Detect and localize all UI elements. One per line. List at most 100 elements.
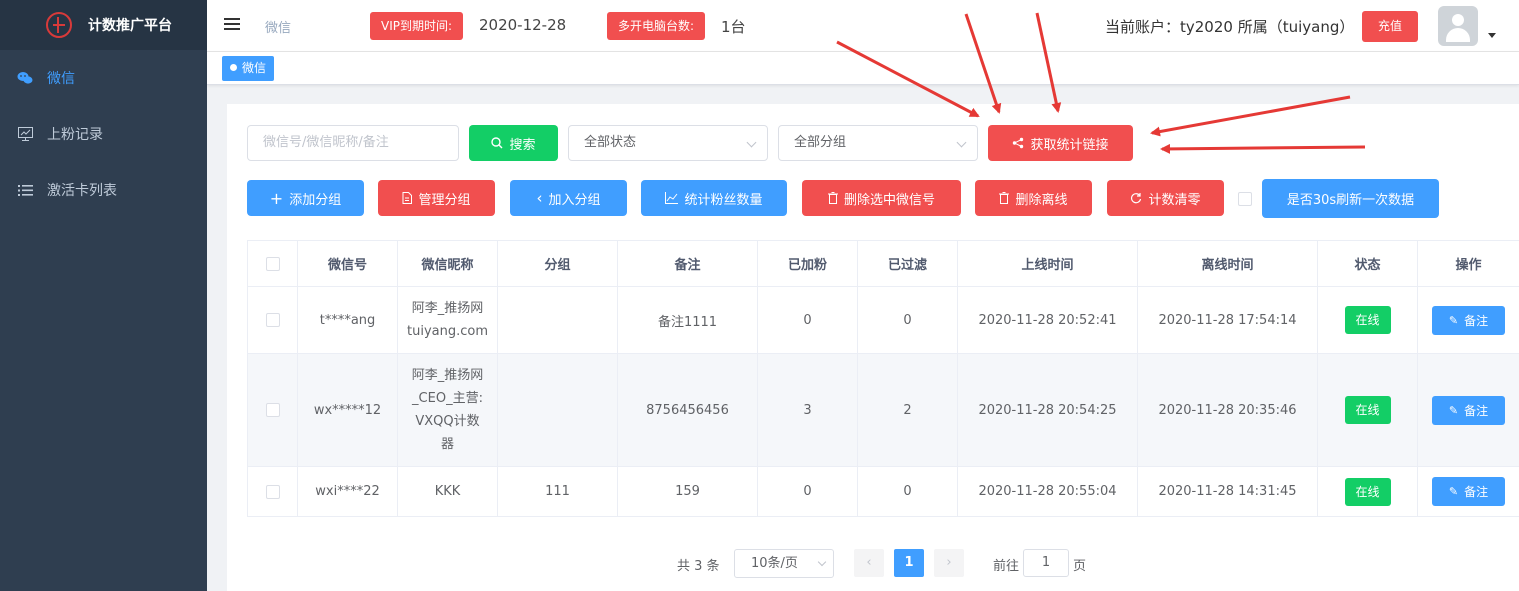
- wechat-icon: [17, 70, 33, 86]
- delete-offline-button[interactable]: 删除离线: [975, 180, 1092, 216]
- plus-icon: +: [269, 188, 284, 208]
- tags-view-bar: 微信: [207, 52, 1519, 85]
- group-select[interactable]: 全部分组: [778, 125, 978, 161]
- top-header: 微信 VIP到期时间: 2020-12-28 多开电脑台数: 1台 当前账户：t…: [207, 0, 1519, 52]
- vip-expiry-badge: VIP到期时间:: [370, 12, 464, 40]
- remark-cell: 备注1111: [617, 286, 758, 354]
- search-placeholder: 微信号/微信昵称/备注: [263, 135, 389, 150]
- sidebar-item-activation-cards[interactable]: 激活卡列表: [0, 162, 207, 218]
- breadcrumb[interactable]: 微信: [265, 17, 291, 36]
- prev-page-button[interactable]: ‹: [854, 549, 884, 577]
- remark-button-label: 备注: [1464, 313, 1489, 328]
- goto-page-input[interactable]: 1: [1023, 549, 1069, 577]
- document-icon: [402, 192, 413, 204]
- reset-count-label: 计数清零: [1148, 192, 1201, 208]
- nickname-line: VXQQ计数: [415, 414, 480, 429]
- main-card: 微信号/微信昵称/备注 搜索 全部状态 全部分组 获取统计链接 + 添加分组 管…: [227, 104, 1519, 591]
- search-input[interactable]: 微信号/微信昵称/备注: [247, 125, 459, 161]
- hamburger-icon[interactable]: [224, 18, 240, 32]
- delete-selected-label: 删除选中微信号: [843, 192, 935, 208]
- op-cell: ✎ 备注: [1417, 466, 1519, 517]
- column-header[interactable]: 上线时间: [957, 240, 1138, 287]
- column-header[interactable]: 备注: [617, 240, 758, 287]
- group-cell: [497, 353, 618, 467]
- column-header[interactable]: 已加粉: [757, 240, 858, 287]
- count-fans-button[interactable]: 统计粉丝数量: [641, 180, 787, 216]
- tag-wechat[interactable]: 微信: [222, 56, 275, 81]
- column-header[interactable]: 分组: [497, 240, 618, 287]
- table-header-row: 微信号 微信昵称 分组 备注 已加粉 已过滤 上线时间 离线时间 状态 操作: [247, 240, 1519, 287]
- current-account: 当前账户：ty2020 所属（tuiyang）: [1105, 18, 1355, 36]
- delete-selected-button[interactable]: 删除选中微信号: [802, 180, 961, 216]
- added-cell: 0: [757, 286, 858, 354]
- avatar[interactable]: [1438, 6, 1478, 46]
- join-group-label: 加入分组: [548, 192, 601, 208]
- wxid-cell: t****ang: [297, 286, 398, 354]
- status-badge: 在线: [1344, 396, 1391, 424]
- column-header[interactable]: 状态: [1317, 240, 1418, 287]
- status-cell: 在线: [1317, 466, 1418, 517]
- sidebar-item-label: 上粉记录: [47, 127, 103, 143]
- table-row[interactable]: wx*****12 阿李_推扬网 _CEO_主营: VXQQ计数器 87564564…: [247, 353, 1519, 467]
- get-stats-link-button[interactable]: 获取统计链接: [988, 125, 1133, 161]
- sidebar-item-wechat[interactable]: 微信: [0, 50, 207, 106]
- remark-button[interactable]: ✎ 备注: [1432, 305, 1505, 335]
- table-row[interactable]: wxi****22 KKK 111 159 0 0 2020-11-28 20:…: [247, 466, 1519, 517]
- table-row[interactable]: t****ang 阿李_推扬网 tuiyang.com 备注1111 0 0 20…: [247, 286, 1519, 354]
- row-checkbox[interactable]: [265, 484, 280, 499]
- page-size-select[interactable]: 10条/页: [734, 549, 834, 578]
- online-time-cell: 2020-11-28 20:55:04: [957, 466, 1138, 517]
- remark-button[interactable]: ✎ 备注: [1432, 395, 1505, 425]
- join-group-button[interactable]: ‹ 加入分组: [510, 180, 627, 216]
- page-size-value: 10条/页: [751, 556, 798, 571]
- chevron-down-icon: [956, 137, 967, 148]
- column-header[interactable]: 微信昵称: [397, 240, 498, 287]
- share-icon: [1012, 137, 1024, 149]
- chevron-down-icon[interactable]: [1488, 33, 1496, 38]
- nickname-line: tuiyang.com: [407, 324, 488, 339]
- filtered-cell: 0: [857, 286, 958, 354]
- page-number-current[interactable]: 1: [894, 549, 924, 577]
- tag-label: 微信: [242, 61, 267, 75]
- row-checkbox[interactable]: [265, 313, 280, 327]
- add-group-button[interactable]: + 添加分组: [247, 180, 364, 216]
- added-cell: 0: [757, 466, 858, 517]
- pagination-total: 共 3 条: [677, 559, 720, 574]
- group-cell: [497, 286, 618, 354]
- column-header[interactable]: 微信号: [297, 240, 398, 287]
- status-select[interactable]: 全部状态: [568, 125, 768, 161]
- search-button[interactable]: 搜索: [469, 125, 558, 161]
- row-select-cell: [247, 286, 298, 354]
- column-header[interactable]: 离线时间: [1137, 240, 1318, 287]
- online-time-cell: 2020-11-28 20:52:41: [957, 286, 1138, 354]
- remark-button[interactable]: ✎ 备注: [1432, 477, 1505, 506]
- next-page-button[interactable]: ›: [934, 549, 964, 577]
- offline-time-cell: 2020-11-28 17:54:14: [1137, 286, 1318, 354]
- refresh-30s-checkbox[interactable]: [1238, 192, 1252, 206]
- select-all-cell: [247, 240, 298, 287]
- trash-icon: [999, 192, 1010, 204]
- manage-group-button[interactable]: 管理分组: [378, 180, 495, 216]
- chevron-left-icon: ‹: [536, 189, 543, 207]
- status-cell: 在线: [1317, 286, 1418, 354]
- remark-cell: 8756456456: [617, 353, 758, 467]
- nickname-line: 阿李_推扬网: [411, 368, 484, 383]
- remark-button-label: 备注: [1464, 485, 1489, 499]
- sidebar-item-fan-records[interactable]: 上粉记录: [0, 106, 207, 162]
- row-checkbox[interactable]: [265, 403, 280, 417]
- reset-count-button[interactable]: 计数清零: [1107, 180, 1224, 216]
- refresh-30s-button[interactable]: 是否30s刷新一次数据: [1262, 179, 1439, 218]
- group-select-value: 全部分组: [794, 135, 847, 150]
- search-button-label: 搜索: [509, 137, 536, 153]
- get-stats-link-label: 获取统计链接: [1030, 137, 1109, 153]
- chart-monitor-icon: [17, 126, 33, 142]
- row-select-cell: [247, 353, 298, 467]
- recharge-button[interactable]: 充值: [1362, 11, 1418, 42]
- nickname-line: _CEO_主营:: [412, 391, 483, 406]
- goto-suffix: 页: [1073, 559, 1087, 574]
- column-header[interactable]: 已过滤: [857, 240, 958, 287]
- delete-offline-label: 删除离线: [1015, 192, 1068, 208]
- nickname-line: 阿李_推扬网: [411, 301, 484, 316]
- select-all-checkbox[interactable]: [265, 256, 280, 271]
- offline-time-cell: 2020-11-28 20:35:46: [1137, 353, 1318, 467]
